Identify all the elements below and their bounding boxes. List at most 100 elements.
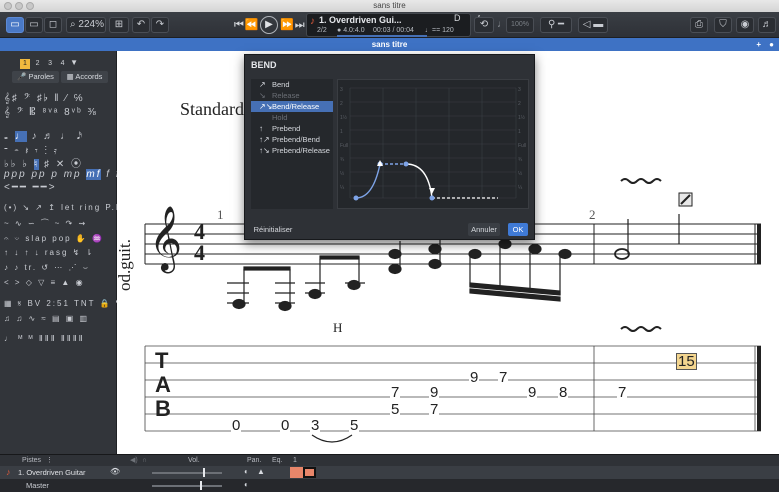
pan-knob-icon[interactable]: ◐ xyxy=(244,467,249,476)
tab-fret[interactable]: 5 xyxy=(390,402,401,417)
tab-fret[interactable]: 3 xyxy=(310,418,321,433)
add-tab-icon[interactable]: + xyxy=(756,38,761,51)
tab-fret[interactable]: 7 xyxy=(429,402,440,417)
bend-release-option[interactable]: ↗↘ Bend/Release xyxy=(251,101,333,112)
screen-view-icon[interactable]: ▭ xyxy=(25,17,43,33)
automation-tools[interactable]: ♩ ᴹ ᴹ ⅡⅡⅡ ⅡⅡⅡⅡ xyxy=(4,334,85,343)
audio-icon[interactable]: ◉ xyxy=(736,17,754,33)
rewind-icon[interactable]: ⏪ xyxy=(245,19,260,31)
note[interactable] xyxy=(428,258,442,270)
zoom-select[interactable]: ⌕ 224% xyxy=(66,17,106,33)
hairpin-tools[interactable]: <━━ ━━> xyxy=(4,182,57,193)
ok-button[interactable]: OK xyxy=(508,223,528,236)
master-volume-handle[interactable] xyxy=(200,481,202,490)
zoom-window-button[interactable] xyxy=(26,2,34,10)
technique-tools-6[interactable]: < > ◇ ▽ ≡ ▲ ◉ xyxy=(4,278,85,287)
chords-button[interactable]: ▦ Accords xyxy=(61,71,108,83)
technique-tools[interactable]: (•) ↘ ↗ ↥ let ring P.M. xyxy=(4,203,129,212)
voice-4-button[interactable]: 4 xyxy=(58,59,68,69)
bar-position: 2/2 xyxy=(317,27,327,34)
voice-3-button[interactable]: 3 xyxy=(45,59,55,69)
undo-icon[interactable]: ↶ xyxy=(132,17,150,33)
tab-fret[interactable]: 9 xyxy=(429,385,440,400)
tab-fret[interactable]: 7 xyxy=(498,370,509,385)
vol-label: Vol. xyxy=(188,457,200,464)
shield-icon[interactable]: ⛉ xyxy=(714,17,732,33)
speed-field[interactable]: 100% xyxy=(506,17,534,33)
minimize-window-button[interactable] xyxy=(15,2,23,10)
loop-icon[interactable]: ⟲ xyxy=(474,17,494,33)
prebend-release-option[interactable]: ↑↘ Prebend/Release xyxy=(251,145,333,156)
master-pan-icon[interactable]: ◐ xyxy=(244,480,249,489)
tab-fret[interactable]: 9 xyxy=(469,370,480,385)
tab-fret[interactable]: 5 xyxy=(349,418,360,433)
close-window-button[interactable] xyxy=(4,2,12,10)
tuning-text: Standard xyxy=(180,99,244,119)
note[interactable] xyxy=(558,248,572,260)
note[interactable] xyxy=(498,238,512,250)
layout-icon[interactable]: ⊞ xyxy=(109,17,129,33)
tuner-icon[interactable]: ⚲ ━ xyxy=(540,17,572,33)
voice-1-button[interactable]: 1 xyxy=(20,59,30,69)
volume-handle[interactable] xyxy=(203,468,205,477)
note[interactable] xyxy=(388,263,402,275)
tab-fret[interactable]: 9 xyxy=(527,385,538,400)
track-volume-slider[interactable] xyxy=(152,472,222,474)
bend-graph[interactable]: 3 2 1½ 1 Full ¾ ½ ¼ 3 2 1½ 1 Full ¾ ½ ¼ xyxy=(337,79,529,209)
eq-icon[interactable]: ▲ xyxy=(257,467,265,476)
more-icon[interactable]: ● xyxy=(769,38,774,51)
automation-slot-selected[interactable] xyxy=(303,467,316,478)
tab-fret[interactable]: 8 xyxy=(558,385,569,400)
first-bar-icon[interactable]: ⏮ xyxy=(234,19,245,31)
note[interactable] xyxy=(232,298,246,310)
technique-tools-3[interactable]: 𝄐 𝄑 slap pop ✋ ♒ xyxy=(4,234,104,244)
page-view-icon[interactable]: ▭ xyxy=(6,17,24,33)
print-icon[interactable]: ⎙ xyxy=(690,17,708,33)
selected-tab-fret[interactable]: 15 xyxy=(676,353,697,370)
note[interactable] xyxy=(428,243,442,255)
tab-fret[interactable]: 7 xyxy=(390,385,401,400)
track-row-1[interactable]: ♪ 1. Overdriven Guitar 👁 ◐ ▲ xyxy=(0,466,779,479)
note[interactable] xyxy=(528,243,542,255)
tab-fret[interactable]: 7 xyxy=(617,385,628,400)
note[interactable] xyxy=(347,279,361,291)
accidental-tools[interactable]: ♭♭ ♭ ♮ ♯ ✕ ⦿ xyxy=(4,155,83,170)
tracks-menu-icon[interactable]: ⋮ xyxy=(46,455,53,466)
prebend-option[interactable]: ↑ Prebend xyxy=(251,123,333,134)
tab-fret[interactable]: 0 xyxy=(280,418,291,433)
lyrics-button[interactable]: 🎤 Paroles xyxy=(12,71,59,83)
fullscreen-icon[interactable]: ◻ xyxy=(44,17,62,33)
master-volume-slider[interactable] xyxy=(152,485,222,487)
forward-icon[interactable]: ⏩ xyxy=(280,19,295,31)
technique-tools-2[interactable]: ~ ∿ ∽ ⏜ ~ ↷ ⇝ xyxy=(4,219,87,229)
dynamics-tools[interactable]: ppp pp p mp mf f ff xyxy=(4,169,125,180)
last-bar-icon[interactable]: ⏭ xyxy=(295,19,306,31)
clef-tools-2[interactable]: 𝄞 𝄢 𝄡 ⁸ᵛᵃ 8ᵛᵇ ⅜ xyxy=(4,107,98,118)
voice-2-button[interactable]: 2 xyxy=(33,59,43,69)
master-row[interactable]: Master ◐ xyxy=(0,479,779,492)
note[interactable] xyxy=(468,248,482,260)
pan-label: Pan. xyxy=(247,457,262,464)
note[interactable] xyxy=(308,288,322,300)
technique-tools-4[interactable]: ↑ ↓ ↑ ↓ rasg ↯ ⇂ xyxy=(4,248,94,257)
visibility-icon[interactable]: 👁 xyxy=(110,467,120,476)
reset-button[interactable]: Réinitialiser xyxy=(251,223,295,236)
clef-tools[interactable]: 𝄞♯ 𝄢 ♯♭ ‖ ⁄ ℅ xyxy=(4,93,85,104)
automation-slot[interactable] xyxy=(290,467,303,478)
sound-tools[interactable]: ♫ ♫ ∿ ≈ ▤ ▣ ▥ xyxy=(4,314,89,323)
volume-slider[interactable]: ◁ ▬ xyxy=(578,17,608,33)
bend-option[interactable]: ↗ Bend xyxy=(251,79,333,90)
note-duration-tools[interactable]: 𝅝 ♩ ♪ ♬ ♩ 𝅘𝅥𝅯 xyxy=(4,131,84,142)
technique-tools-5[interactable]: ♪ ♪ tr. ↺ ⋯ ⋰ ⌣ xyxy=(4,263,90,273)
tempo-tools[interactable]: ▦ 𝄋 BV 2:51 TNT 🔒 ¶ xyxy=(4,299,122,309)
cancel-button[interactable]: Annuler xyxy=(468,223,500,236)
voice-dropdown-icon[interactable]: ▼ xyxy=(70,58,78,67)
track-lcd-display[interactable]: ♪ 1. Overdriven Gui... 2/2 ● 4.0:4.0 00:… xyxy=(306,13,471,37)
document-tab[interactable]: sans titre + ● xyxy=(0,38,779,51)
prebend-bend-option[interactable]: ↑↗ Prebend/Bend xyxy=(251,134,333,145)
guitar-tuner-icon[interactable]: ♬ xyxy=(758,17,776,33)
tab-fret[interactable]: 0 xyxy=(231,418,242,433)
redo-icon[interactable]: ↷ xyxy=(151,17,169,33)
play-button[interactable]: ▶ xyxy=(260,16,278,34)
note[interactable] xyxy=(388,248,402,260)
